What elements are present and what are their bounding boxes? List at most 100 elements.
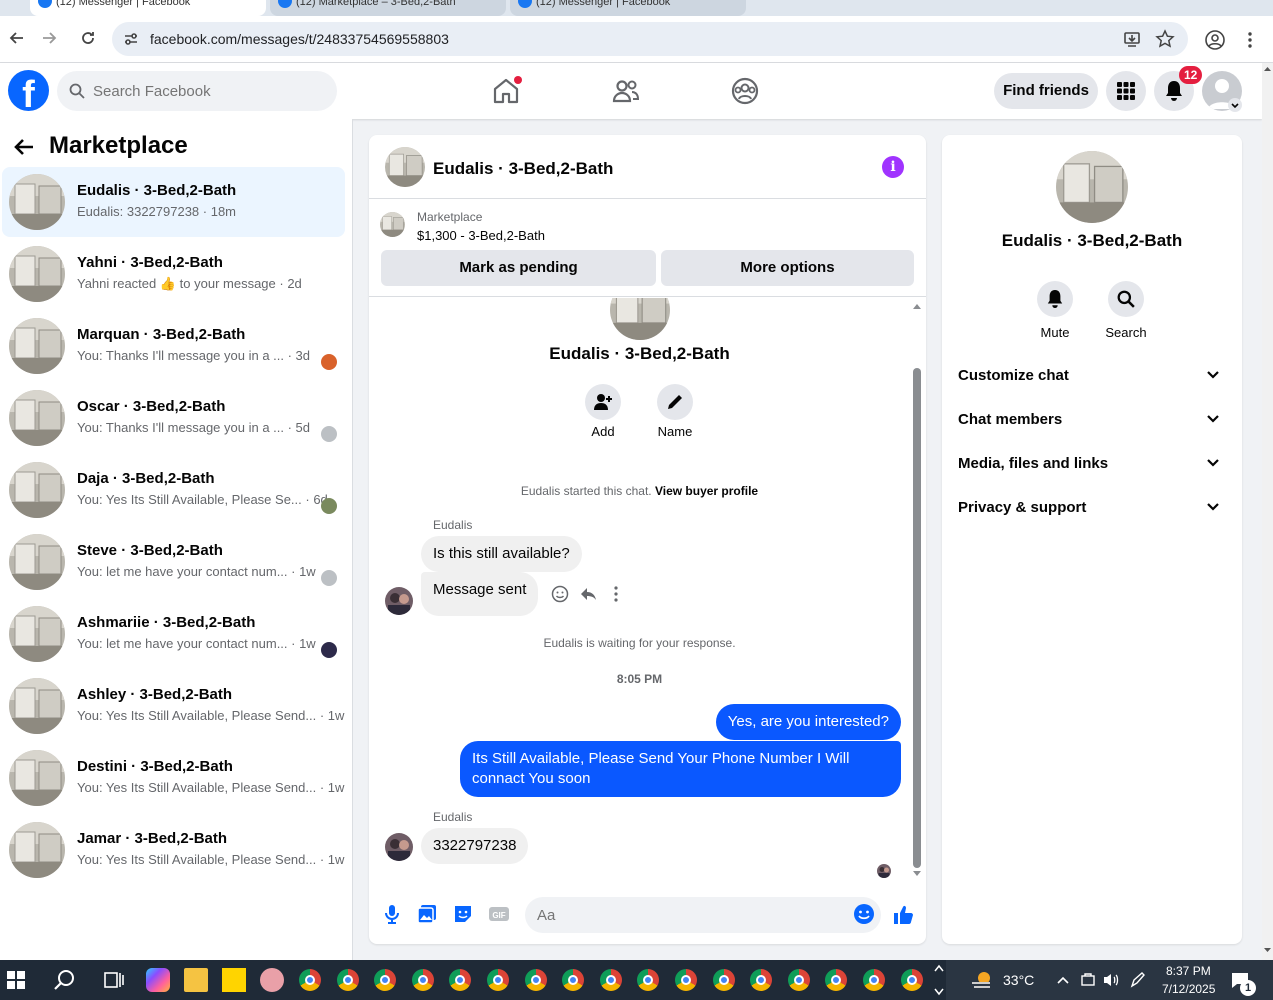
chrome-window-icon[interactable] xyxy=(750,969,773,991)
conversation-item[interactable]: Ashley · 3-Bed,2-Bath You: Yes Its Still … xyxy=(2,671,345,741)
chrome-window-icon[interactable] xyxy=(712,969,735,991)
app-icon[interactable] xyxy=(260,968,284,992)
network-icon[interactable] xyxy=(1080,972,1096,988)
info-icon[interactable]: i xyxy=(882,156,904,178)
chrome-window-icon[interactable] xyxy=(487,969,509,991)
incoming-message[interactable]: 3322797238 xyxy=(421,828,529,864)
scrollbar-thumb[interactable] xyxy=(913,368,921,868)
conversation-item[interactable]: Steve · 3-Bed,2-Bath You: let me have you… xyxy=(2,527,345,597)
thumbs-up-icon[interactable] xyxy=(892,903,914,925)
copilot-icon[interactable] xyxy=(146,968,170,992)
outgoing-message[interactable]: Yes, are you interested? xyxy=(715,704,901,740)
conversation-item[interactable]: Marquan · 3-Bed,2-Bath You: Thanks I'll m… xyxy=(2,311,345,381)
page-scrollbar[interactable] xyxy=(1262,63,1273,960)
back-button[interactable] xyxy=(4,28,28,52)
chevron-up-icon[interactable] xyxy=(1056,974,1070,986)
scroll-down-icon[interactable] xyxy=(1263,946,1272,954)
taskbar-scroll-icon[interactable] xyxy=(934,963,944,997)
install-app-icon[interactable] xyxy=(1122,29,1142,49)
chrome-window-icon[interactable] xyxy=(299,969,321,991)
sender-avatar[interactable] xyxy=(385,833,413,861)
view-buyer-profile-link[interactable]: View buyer profile xyxy=(655,484,758,498)
incoming-message[interactable]: Is this still available? xyxy=(421,536,582,572)
more-options-button[interactable]: More options xyxy=(661,250,914,286)
chrome-window-icon[interactable] xyxy=(562,969,585,991)
add-people-button[interactable] xyxy=(585,384,621,420)
browser-tab-2[interactable]: (12) Marketplace – 3-Bed,2-Bath xyxy=(270,0,506,16)
message-input[interactable] xyxy=(525,897,881,933)
chrome-window-icon[interactable] xyxy=(599,969,622,991)
chrome-window-icon[interactable] xyxy=(675,969,697,991)
chat-title[interactable]: Eudalis · 3-Bed,2-Bath xyxy=(433,159,613,179)
conversation-item[interactable]: Jamar · 3-Bed,2-Bath You: Yes Its Still A… xyxy=(2,815,345,885)
conversation-item[interactable]: Oscar · 3-Bed,2-Bath You: Thanks I'll mes… xyxy=(2,383,345,453)
microphone-icon[interactable] xyxy=(381,903,403,925)
chat-members-section[interactable]: Chat members xyxy=(950,398,1234,442)
conversation-item[interactable]: Ashmariie · 3-Bed,2-Bath You: let me have… xyxy=(2,599,345,669)
reload-button[interactable] xyxy=(76,28,100,52)
chrome-window-icon[interactable] xyxy=(900,969,923,991)
facebook-logo[interactable]: f xyxy=(8,70,49,111)
chrome-window-icon[interactable] xyxy=(787,969,810,991)
weather-icon[interactable] xyxy=(970,968,994,992)
listing-thumbnail[interactable] xyxy=(380,212,405,237)
facebook-search-input[interactable] xyxy=(93,71,323,111)
scroll-down-icon[interactable] xyxy=(912,870,922,878)
edit-name-button[interactable] xyxy=(657,384,693,420)
conversation-item[interactable]: Destini · 3-Bed,2-Bath You: Yes Its Still… xyxy=(2,743,345,813)
mark-as-pending-button[interactable]: Mark as pending xyxy=(381,250,656,286)
conversation-item[interactable]: Yahni · 3-Bed,2-Bath Yahni reacted 👍 to y… xyxy=(2,239,345,309)
mute-button[interactable]: Mute xyxy=(1025,281,1085,340)
address-bar[interactable]: facebook.com/messages/t/2483375456955880… xyxy=(112,22,1188,56)
scroll-up-icon[interactable] xyxy=(912,302,922,310)
thread-scrollbar[interactable] xyxy=(912,298,922,878)
profile-icon[interactable] xyxy=(1204,29,1226,51)
chrome-window-icon[interactable] xyxy=(637,969,660,991)
windows-start-icon[interactable] xyxy=(6,970,26,990)
incoming-message[interactable]: Message sent xyxy=(421,572,539,616)
chrome-window-icon[interactable] xyxy=(524,969,547,991)
pen-icon[interactable] xyxy=(1129,971,1147,989)
listing-price[interactable]: $1,300 - 3-Bed,2-Bath xyxy=(417,228,545,243)
chrome-window-icon[interactable] xyxy=(411,969,434,991)
details-avatar[interactable] xyxy=(1056,151,1128,223)
menu-button[interactable] xyxy=(1106,71,1146,111)
media-files-links-section[interactable]: Media, files and links xyxy=(950,442,1234,486)
clock-date[interactable]: 7/12/2025 xyxy=(1162,982,1215,996)
conversation-item[interactable]: Eudalis · 3-Bed,2-Bath Eudalis: 332279723… xyxy=(2,167,345,237)
react-emoji-icon[interactable] xyxy=(551,585,569,603)
chrome-window-icon[interactable] xyxy=(374,969,397,991)
chrome-window-icon[interactable] xyxy=(449,969,472,991)
gif-icon[interactable]: GIF xyxy=(488,903,510,925)
sender-avatar[interactable] xyxy=(385,587,413,615)
file-explorer-icon[interactable] xyxy=(184,968,208,992)
privacy-support-section[interactable]: Privacy & support xyxy=(950,486,1234,530)
outgoing-message[interactable]: Its Still Available, Please Send Your Ph… xyxy=(460,741,901,797)
chat-avatar[interactable] xyxy=(385,147,425,187)
find-friends-button[interactable]: Find friends xyxy=(994,73,1098,109)
facebook-search[interactable] xyxy=(57,71,337,111)
sticker-icon[interactable] xyxy=(452,903,474,925)
kebab-menu-icon[interactable] xyxy=(1242,30,1258,50)
task-view-icon[interactable] xyxy=(102,968,126,992)
site-info-icon[interactable] xyxy=(122,30,140,48)
photo-icon[interactable] xyxy=(416,903,438,925)
scroll-up-icon[interactable] xyxy=(1263,65,1272,73)
search-in-chat-button[interactable]: Search xyxy=(1096,281,1156,340)
more-actions-icon[interactable] xyxy=(607,585,625,603)
back-arrow-icon[interactable] xyxy=(12,135,36,159)
account-chevron-icon[interactable] xyxy=(1228,98,1242,112)
sticky-notes-icon[interactable] xyxy=(222,968,246,992)
temperature[interactable]: 33°C xyxy=(1003,972,1034,988)
search-icon[interactable] xyxy=(53,968,77,992)
bookmark-star-icon[interactable] xyxy=(1155,29,1175,49)
chrome-window-icon[interactable] xyxy=(863,969,885,991)
conversation-item[interactable]: Daja · 3-Bed,2-Bath You: Yes Its Still Av… xyxy=(2,455,345,525)
friends-icon[interactable] xyxy=(610,75,642,107)
forward-button[interactable] xyxy=(38,28,62,52)
browser-tab-3[interactable]: (12) Messenger | Facebook xyxy=(510,0,746,16)
customize-chat-section[interactable]: Customize chat xyxy=(950,354,1234,398)
groups-icon[interactable] xyxy=(729,75,761,107)
volume-icon[interactable] xyxy=(1102,972,1120,988)
chrome-window-icon[interactable] xyxy=(336,969,359,991)
